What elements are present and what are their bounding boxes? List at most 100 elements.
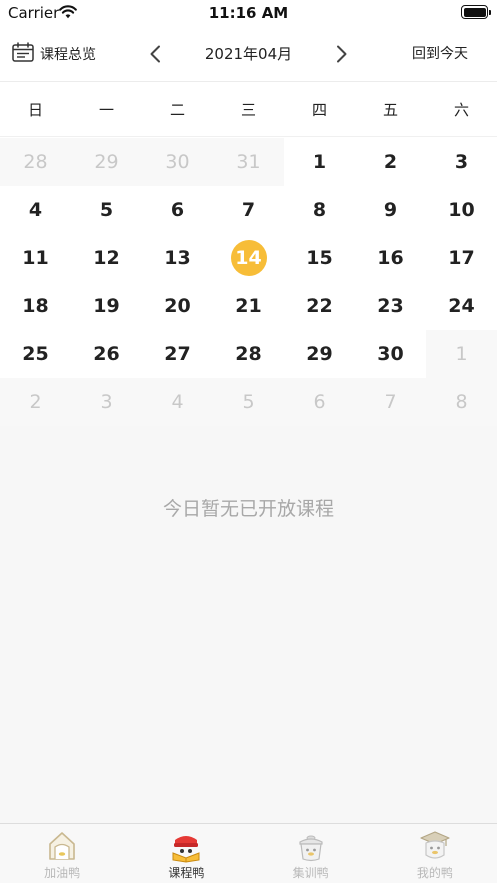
calendar-day[interactable]: 21 — [213, 282, 284, 330]
month-label: 2021年04月 — [204, 45, 293, 63]
tab-bar: 加油鸭 课程鸭 集训鸭 我的鸭 — [0, 823, 497, 883]
calendar-day[interactable]: 5 — [213, 378, 284, 426]
calendar-day[interactable]: 3 — [71, 378, 142, 426]
tab-courses[interactable]: 课程鸭 — [124, 824, 248, 883]
calendar-day[interactable]: 13 — [142, 234, 213, 282]
calendar-day-number: 18 — [22, 295, 49, 317]
calendar-day[interactable]: 18 — [0, 282, 71, 330]
calendar-day-number: 29 — [94, 151, 119, 173]
tab-label: 课程鸭 — [168, 866, 205, 880]
calendar-day-number: 1 — [312, 151, 327, 173]
calendar-day[interactable]: 12 — [71, 234, 142, 282]
calendar-day-number: 21 — [235, 295, 262, 317]
calendar-day[interactable]: 29 — [284, 330, 355, 378]
calendar-day[interactable]: 17 — [426, 234, 497, 282]
calendar-day[interactable]: 6 — [284, 378, 355, 426]
course-content-area: 今日暂无已开放课程 — [0, 426, 497, 824]
tab-label: 我的鸭 — [416, 866, 453, 880]
weekday-header: 日 一 二 三 四 五 六 — [0, 83, 497, 137]
weekday-tue: 二 — [169, 101, 185, 119]
calendar-day-number: 20 — [164, 295, 191, 317]
calendar-day[interactable]: 15 — [284, 234, 355, 282]
calendar-day-number: 3 — [454, 151, 469, 173]
calendar-day-number: 27 — [164, 343, 191, 365]
calendar-day-number: 16 — [377, 247, 404, 269]
tab-training[interactable]: 集训鸭 — [249, 824, 373, 883]
calendar-day-number: 2 — [383, 151, 398, 173]
duck-book-icon — [169, 829, 203, 863]
calendar-day[interactable]: 20 — [142, 282, 213, 330]
status-bar: Carrier 11:16 AM — [0, 0, 497, 26]
calendar-day-number: 1 — [455, 343, 468, 365]
tab-jiayou[interactable]: 加油鸭 — [0, 824, 124, 883]
calendar-day[interactable]: 1 — [284, 138, 355, 186]
calendar-day[interactable]: 28 — [0, 138, 71, 186]
battery-icon — [461, 5, 491, 19]
calendar-day-number: 31 — [236, 151, 261, 173]
tab-mine[interactable]: 我的鸭 — [373, 824, 497, 883]
calendar-day[interactable]: 9 — [355, 186, 426, 234]
calendar-day[interactable]: 26 — [71, 330, 142, 378]
calendar-day[interactable]: 10 — [426, 186, 497, 234]
calendar-day-number: 3 — [100, 391, 113, 413]
calendar-day[interactable]: 3 — [426, 138, 497, 186]
calendar-day[interactable]: 6 — [142, 186, 213, 234]
weekday-thu: 四 — [311, 101, 327, 119]
calendar-day-number: 30 — [165, 151, 190, 173]
calendar-day[interactable]: 16 — [355, 234, 426, 282]
calendar-day[interactable]: 30 — [355, 330, 426, 378]
calendar-day-number: 8 — [455, 391, 468, 413]
calendar-day[interactable]: 27 — [142, 330, 213, 378]
tab-label: 加油鸭 — [44, 866, 81, 880]
calendar-day-number: 28 — [23, 151, 48, 173]
calendar-day-number: 4 — [171, 391, 184, 413]
calendar-day[interactable]: 28 — [213, 330, 284, 378]
calendar-day-number: 2 — [29, 391, 42, 413]
calendar-nav-bar: 课程总览 2021年04月 回到今天 — [0, 26, 497, 82]
calendar-day[interactable]: 31 — [213, 138, 284, 186]
calendar-day[interactable]: 2 — [0, 378, 71, 426]
calendar-grid: 28 29 30 31 1 2 3 4 5 6 7 8 9 10 11 12 13 14 15 16 17 18 19 20 2… — [0, 138, 497, 426]
calendar-day[interactable]: 24 — [426, 282, 497, 330]
duck-house-icon — [45, 829, 79, 863]
empty-state-text: 今日暂无已开放课程 — [162, 498, 334, 520]
calendar-day-number: 4 — [28, 199, 43, 221]
calendar-day[interactable]: 23 — [355, 282, 426, 330]
calendar-day-number: 13 — [164, 247, 191, 269]
calendar-day[interactable]: 2 — [355, 138, 426, 186]
weekday-mon: 一 — [98, 101, 114, 119]
calendar-day-number: 5 — [242, 391, 255, 413]
tab-label: 集训鸭 — [292, 866, 329, 880]
duck-graduate-icon — [418, 829, 452, 863]
calendar-day[interactable]: 30 — [142, 138, 213, 186]
duck-pot-icon — [294, 829, 328, 863]
calendar-day[interactable]: 5 — [71, 186, 142, 234]
next-month-button[interactable] — [330, 40, 354, 68]
calendar-day[interactable]: 25 — [0, 330, 71, 378]
calendar-day[interactable]: 19 — [71, 282, 142, 330]
calendar-day[interactable]: 22 — [284, 282, 355, 330]
calendar-day-number: 19 — [93, 295, 120, 317]
back-to-today-button[interactable]: 回到今天 — [398, 43, 482, 63]
calendar-day-number: 28 — [235, 343, 262, 365]
calendar-day[interactable]: 29 — [71, 138, 142, 186]
calendar-day[interactable]: 4 — [142, 378, 213, 426]
calendar-day-number: 6 — [313, 391, 326, 413]
calendar-day[interactable]: 1 — [426, 330, 497, 378]
calendar-day[interactable]: 7 — [355, 378, 426, 426]
calendar-day-selected[interactable]: 14 — [213, 234, 284, 282]
calendar-day[interactable]: 4 — [0, 186, 71, 234]
course-overview-button[interactable]: 课程总览 — [12, 42, 96, 66]
weekday-fri: 五 — [382, 101, 398, 119]
calendar-day-number: 26 — [93, 343, 120, 365]
calendar-day[interactable]: 11 — [0, 234, 71, 282]
calendar-day-number: 5 — [99, 199, 114, 221]
calendar-day-number: 9 — [383, 199, 398, 221]
calendar-day-number: 14 — [230, 240, 267, 276]
calendar-day[interactable]: 7 — [213, 186, 284, 234]
calendar-day[interactable]: 8 — [284, 186, 355, 234]
calendar-day-number: 15 — [306, 247, 333, 269]
calendar-day[interactable]: 8 — [426, 378, 497, 426]
prev-month-button[interactable] — [143, 40, 167, 68]
calendar-day-number: 22 — [306, 295, 333, 317]
